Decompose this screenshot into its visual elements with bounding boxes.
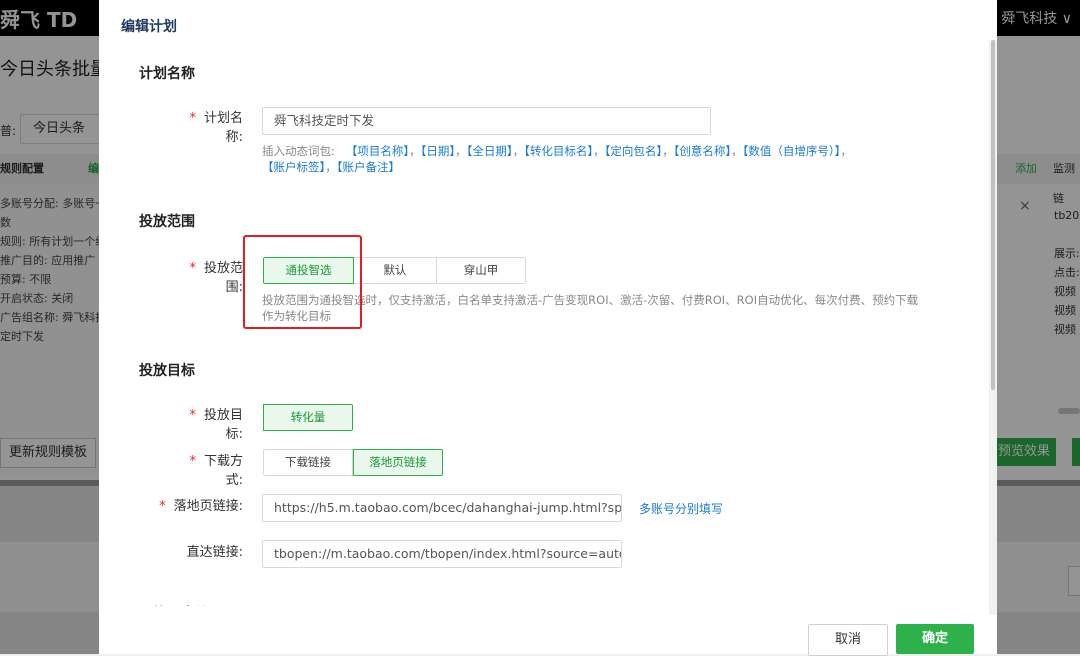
section-scope: 投放范围 — [139, 214, 195, 230]
deeplink-input[interactable]: tbopen://m.taobao.com/tbopen/index.html?… — [262, 540, 622, 568]
goal-segmented: 转化量 — [263, 404, 353, 431]
goal-option-conversion[interactable]: 转化量 — [263, 404, 353, 431]
scope-hint: 投放范围为通投智选时，仅支持激活，白名单支持激活-广告变现ROI、激活-次留、付… — [262, 293, 919, 323]
dynamic-word-full-date[interactable]: 【全日期】 — [467, 144, 513, 158]
scope-option-default[interactable]: 默认 — [354, 257, 437, 284]
edit-plan-modal: 编辑计划 计划名称 * 计划名称: 舜飞科技定时下发 插入动态词包: 【项目名称】… — [99, 0, 997, 656]
dynamic-word-project[interactable]: 【项目名称】 — [346, 144, 409, 158]
goal-label: * 投放目标: — [189, 408, 243, 442]
modal-scrollbar-thumb[interactable] — [991, 40, 995, 390]
dynamic-word-account-tag[interactable]: 【账户标签】 — [262, 160, 325, 174]
download-option-link[interactable]: 下载链接 — [263, 449, 353, 476]
modal-title: 编辑计划 — [121, 19, 177, 35]
section-goal: 投放目标 — [139, 363, 195, 379]
landing-url-label: * 落地页链接: — [159, 499, 243, 514]
dynamic-word-conversion[interactable]: 【转化目标名】 — [524, 144, 593, 158]
plan-name-label: * 计划名称: — [189, 111, 243, 145]
dynamic-word-package[interactable]: 【定向包名】 — [605, 144, 663, 158]
multi-account-link[interactable]: 多账号分别填写 — [639, 500, 723, 517]
deeplink-label: 直达链接: — [186, 545, 243, 560]
download-label: * 下载方式: — [189, 454, 243, 488]
plan-name-input[interactable]: 舜飞科技定时下发 — [262, 107, 711, 135]
section-plan-name: 计划名称 — [139, 66, 195, 82]
landing-url-input[interactable]: https://h5.m.taobao.com/bcec/dahanghai-j… — [262, 494, 622, 522]
dynamic-word-number[interactable]: 【数值（自增序号）】 — [743, 144, 841, 158]
dynamic-word-creative[interactable]: 【创意名称】 — [674, 144, 732, 158]
dynamic-word-date[interactable]: 【日期】 — [421, 144, 456, 158]
scope-label: * 投放范围: — [189, 261, 243, 295]
scope-option-pangle[interactable]: 穿山甲 — [437, 257, 526, 284]
cancel-button[interactable]: 取消 — [808, 624, 888, 656]
download-option-landing[interactable]: 落地页链接 — [353, 449, 443, 476]
dynamic-word-account-note[interactable]: 【账户备注】 — [337, 160, 400, 174]
download-segmented: 下载链接 落地页链接 — [263, 449, 443, 476]
dynamic-words-hint: 插入动态词包: 【项目名称】，【日期】，【全日期】，【转化目标名】，【定向包名】… — [262, 144, 852, 174]
highlight-annotation-box — [243, 235, 362, 329]
confirm-button[interactable]: 确定 — [896, 624, 974, 654]
